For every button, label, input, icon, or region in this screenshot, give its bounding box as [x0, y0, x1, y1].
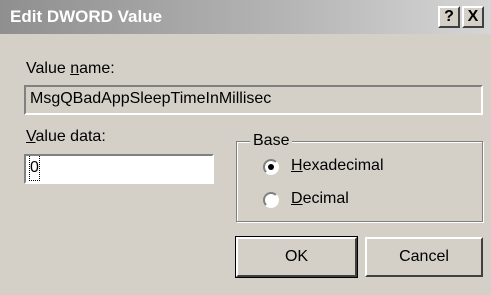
- dialog-title: Edit DWORD Value: [10, 7, 163, 26]
- close-button[interactable]: X: [462, 6, 484, 28]
- cancel-button[interactable]: Cancel: [365, 237, 483, 277]
- decimal-label-rest: ecimal: [302, 190, 349, 207]
- title-bar[interactable]: Edit DWORD Value ? X: [0, 0, 491, 34]
- decimal-radio[interactable]: [263, 192, 279, 208]
- value-data-input[interactable]: 0: [24, 154, 214, 184]
- help-button[interactable]: ?: [438, 6, 460, 28]
- hexadecimal-label-rest: exadecimal: [302, 157, 384, 174]
- value-name-field[interactable]: MsgQBadAppSleepTimeInMillisec: [24, 85, 483, 115]
- decimal-access-key: D: [291, 190, 303, 207]
- base-groupbox: [236, 141, 483, 222]
- value-data-label-suffix: alue data:: [35, 128, 106, 145]
- decimal-label[interactable]: Decimal: [291, 190, 349, 208]
- base-legend: Base: [250, 132, 293, 150]
- value-name-label-prefix: Value: [26, 60, 71, 77]
- hexadecimal-label[interactable]: Hexadecimal: [291, 157, 384, 175]
- value-name-label: Value name:: [26, 60, 115, 78]
- radio-selected-dot: [268, 164, 274, 170]
- hexadecimal-radio[interactable]: [263, 159, 279, 175]
- edit-dword-dialog: Edit DWORD Value ? X Value name: MsgQBad…: [0, 0, 491, 295]
- hexadecimal-access-key: H: [291, 157, 303, 174]
- value-name-label-access-key: n: [70, 60, 80, 77]
- ok-button[interactable]: OK: [235, 236, 358, 278]
- value-name-label-suffix: ame:: [79, 60, 115, 77]
- value-data-label: Value data:: [26, 128, 106, 146]
- value-data-text: 0: [29, 156, 40, 181]
